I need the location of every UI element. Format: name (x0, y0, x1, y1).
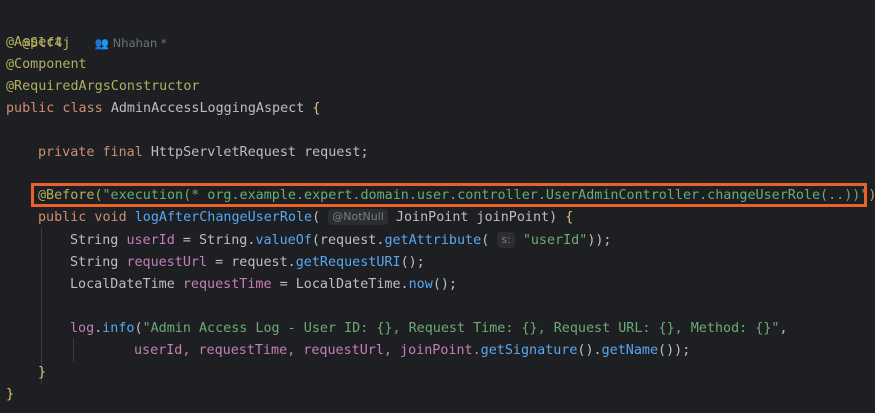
method: getAttribute (384, 233, 482, 248)
brace: { (565, 210, 574, 225)
keyword: public void (38, 210, 127, 225)
code-line-10: public void logAfterChangeUserRole( @Not… (38, 207, 573, 229)
expr: (request. (311, 233, 385, 248)
method: getName (601, 343, 659, 358)
param-hint: @NotNull (328, 209, 388, 225)
param-hint: s: (497, 232, 515, 248)
comma: , (779, 321, 788, 336)
code-line-13: LocalDateTime requestTime = LocalDateTim… (70, 274, 457, 296)
expr: = request. (215, 255, 296, 270)
expr: (); (400, 255, 425, 270)
code-line-15: log.info("Admin Access Log - User ID: {}… (70, 318, 788, 340)
code-line-5: public class AdminAccessLoggingAspect { (6, 98, 320, 120)
expr: = LocalDateTime. (279, 277, 409, 292)
expr: ()); (658, 343, 691, 358)
class-name: AdminAccessLoggingAspect (110, 101, 305, 116)
keyword: public class (6, 101, 103, 116)
highlight-box (31, 183, 867, 207)
expr: = String. (182, 233, 256, 248)
type-name: HttpServletRequest (150, 145, 296, 160)
code-line-18: } (6, 387, 15, 402)
code-line-12: String requestUrl = request.getRequestUR… (70, 252, 425, 274)
type: LocalDateTime (70, 277, 175, 292)
var: requestUrl (126, 255, 208, 270)
params: JoinPoint joinPoint) (395, 210, 558, 225)
code-line-16: userId, requestTime, requestUrl, joinPoi… (134, 340, 690, 362)
paren: ( (481, 233, 490, 248)
code-line-2: @Aspect (6, 35, 63, 50)
method-name: logAfterChangeUserRole (134, 210, 313, 225)
method: now (408, 277, 433, 292)
method: info (102, 321, 135, 336)
args: userId, requestTime, requestUrl, joinPoi… (134, 343, 481, 358)
string: "userId" (522, 233, 588, 248)
brace: { (312, 101, 321, 116)
code-line-17: } (38, 365, 47, 380)
method: getSignature (480, 343, 578, 358)
var: userId (126, 233, 175, 248)
code-line-1: @Slf4j 👥 Nhahan * (6, 10, 167, 51)
expr: )); (587, 233, 612, 248)
string: "Admin Access Log - User ID: {}, Request… (142, 321, 780, 336)
indent-guide (41, 228, 42, 384)
var: requestTime (182, 277, 272, 292)
type: String (70, 233, 119, 248)
paren: ( (312, 210, 321, 225)
people-icon: 👥 (94, 36, 110, 50)
type: String (70, 255, 119, 270)
annotation-close: ) (868, 188, 875, 203)
code-line-7: private final HttpServletRequest request… (38, 142, 369, 164)
code-line-11: String userId = String.valueOf(request.g… (70, 230, 612, 252)
field-name: request; (304, 145, 369, 160)
method: getRequestURI (295, 255, 401, 270)
indent-guide (73, 338, 74, 362)
expr: (); (432, 277, 457, 292)
expr: (). (577, 343, 602, 358)
paren: ( (134, 321, 143, 336)
keyword: private final (38, 145, 143, 160)
author-hint[interactable]: 👥 Nhahan * (95, 36, 167, 50)
method: valueOf (255, 233, 312, 248)
code-line-4: @RequiredArgsConstructor (6, 79, 200, 94)
code-line-3: @Component (6, 57, 87, 72)
logger: log (70, 321, 95, 336)
author-name: Nhahan * (112, 36, 167, 50)
